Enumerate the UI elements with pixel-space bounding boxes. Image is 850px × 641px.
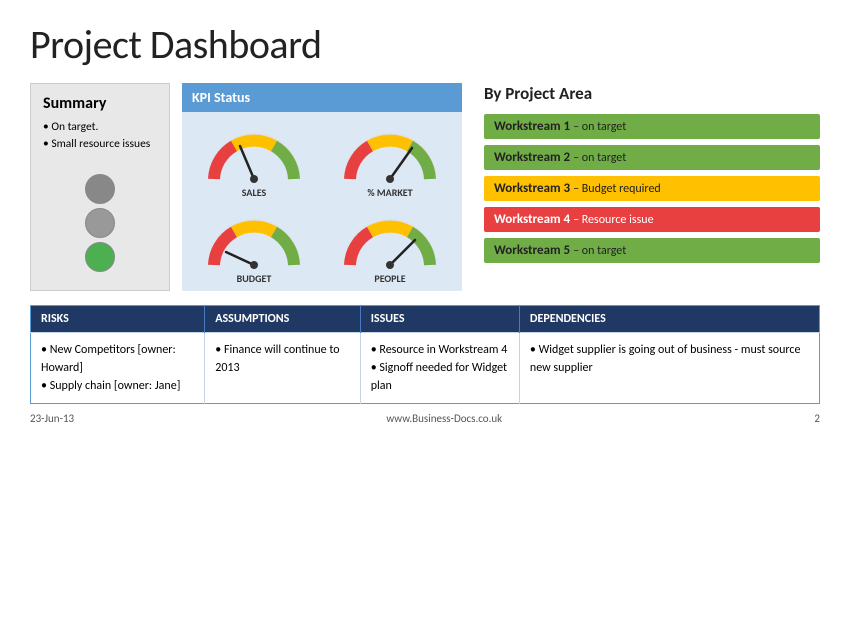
kpi-gauges: SALES % MARKET <box>182 112 462 291</box>
footer-website: www.Business-Docs.co.uk <box>386 412 502 425</box>
dependency-1: Widget supplier is going out of business… <box>530 341 809 377</box>
risk-2: Supply chain [owner: Jane] <box>41 377 194 395</box>
traffic-light-yellow <box>85 208 115 238</box>
cell-issues: Resource in Workstream 4 Signoff needed … <box>360 332 519 403</box>
footer: 23-Jun-13 www.Business-Docs.co.uk 2 <box>30 412 820 425</box>
dependencies-list: Widget supplier is going out of business… <box>530 341 809 377</box>
header-risks: RISKS <box>31 305 205 332</box>
gauge-market-svg <box>340 124 440 184</box>
gauge-market-label: % MARKET <box>367 186 412 199</box>
risks-list: New Competitors [owner: Howard] Supply c… <box>41 341 194 395</box>
workstream-4: Workstream 4 – Resource issue <box>484 207 820 232</box>
summary-bullet-2: Small resource issues <box>43 136 157 153</box>
issue-2: Signoff needed for Widget plan <box>371 359 509 395</box>
traffic-light-green <box>85 242 115 272</box>
summary-box: Summary On target. Small resource issues <box>30 83 170 291</box>
assumption-1: Finance will continue to 2013 <box>215 341 349 377</box>
kpi-status-box: KPI Status <box>182 83 462 291</box>
header-issues: ISSUES <box>360 305 519 332</box>
workstream-5: Workstream 5 – on target <box>484 238 820 263</box>
assumptions-list: Finance will continue to 2013 <box>215 341 349 377</box>
issue-1: Resource in Workstream 4 <box>371 341 509 359</box>
page-title: Project Dashboard <box>30 20 820 69</box>
workstream-1-note: – on target <box>573 120 626 134</box>
gauge-sales-svg <box>204 124 304 184</box>
header-dependencies: DEPENDENCIES <box>519 305 819 332</box>
footer-date: 23-Jun-13 <box>30 412 74 425</box>
kpi-title: KPI Status <box>182 83 462 112</box>
project-area-box: By Project Area Workstream 1 – on target… <box>474 83 820 291</box>
issues-list: Resource in Workstream 4 Signoff needed … <box>371 341 509 395</box>
summary-bullet-1: On target. <box>43 119 157 136</box>
gauge-sales-label: SALES <box>242 186 266 199</box>
workstream-1-name: Workstream 1 <box>494 119 570 134</box>
workstream-2: Workstream 2 – on target <box>484 145 820 170</box>
gauge-budget: BUDGET <box>186 201 322 286</box>
gauge-people-svg <box>340 210 440 270</box>
gauge-sales: SALES <box>186 116 322 201</box>
gauge-people: PEOPLE <box>322 201 458 286</box>
workstream-2-name: Workstream 2 <box>494 150 570 165</box>
gauge-budget-svg <box>204 210 304 270</box>
header-assumptions: ASSUMPTIONS <box>205 305 360 332</box>
summary-bullets: On target. Small resource issues <box>43 119 157 154</box>
workstream-1: Workstream 1 – on target <box>484 114 820 139</box>
workstream-4-name: Workstream 4 <box>494 212 570 227</box>
bottom-table: RISKS ASSUMPTIONS ISSUES DEPENDENCIES Ne… <box>30 305 820 404</box>
risk-1: New Competitors [owner: Howard] <box>41 341 194 377</box>
gauge-budget-label: BUDGET <box>237 272 272 285</box>
summary-title: Summary <box>43 94 157 113</box>
project-area-title: By Project Area <box>484 83 820 104</box>
workstream-4-note: – Resource issue <box>573 213 653 227</box>
traffic-light-red <box>85 174 115 204</box>
cell-assumptions: Finance will continue to 2013 <box>205 332 360 403</box>
top-section: Summary On target. Small resource issues… <box>30 83 820 291</box>
workstream-3-note: – Budget required <box>573 182 661 196</box>
workstream-3: Workstream 3 – Budget required <box>484 176 820 201</box>
footer-page-number: 2 <box>814 412 820 425</box>
gauge-people-label: PEOPLE <box>374 272 405 285</box>
workstream-3-name: Workstream 3 <box>494 181 570 196</box>
gauge-market: % MARKET <box>322 116 458 201</box>
workstream-2-note: – on target <box>573 151 626 165</box>
traffic-light <box>43 166 157 280</box>
workstream-5-name: Workstream 5 <box>494 243 570 258</box>
cell-risks: New Competitors [owner: Howard] Supply c… <box>31 332 205 403</box>
table-row: New Competitors [owner: Howard] Supply c… <box>31 332 820 403</box>
workstream-5-note: – on target <box>573 244 626 258</box>
cell-dependencies: Widget supplier is going out of business… <box>519 332 819 403</box>
